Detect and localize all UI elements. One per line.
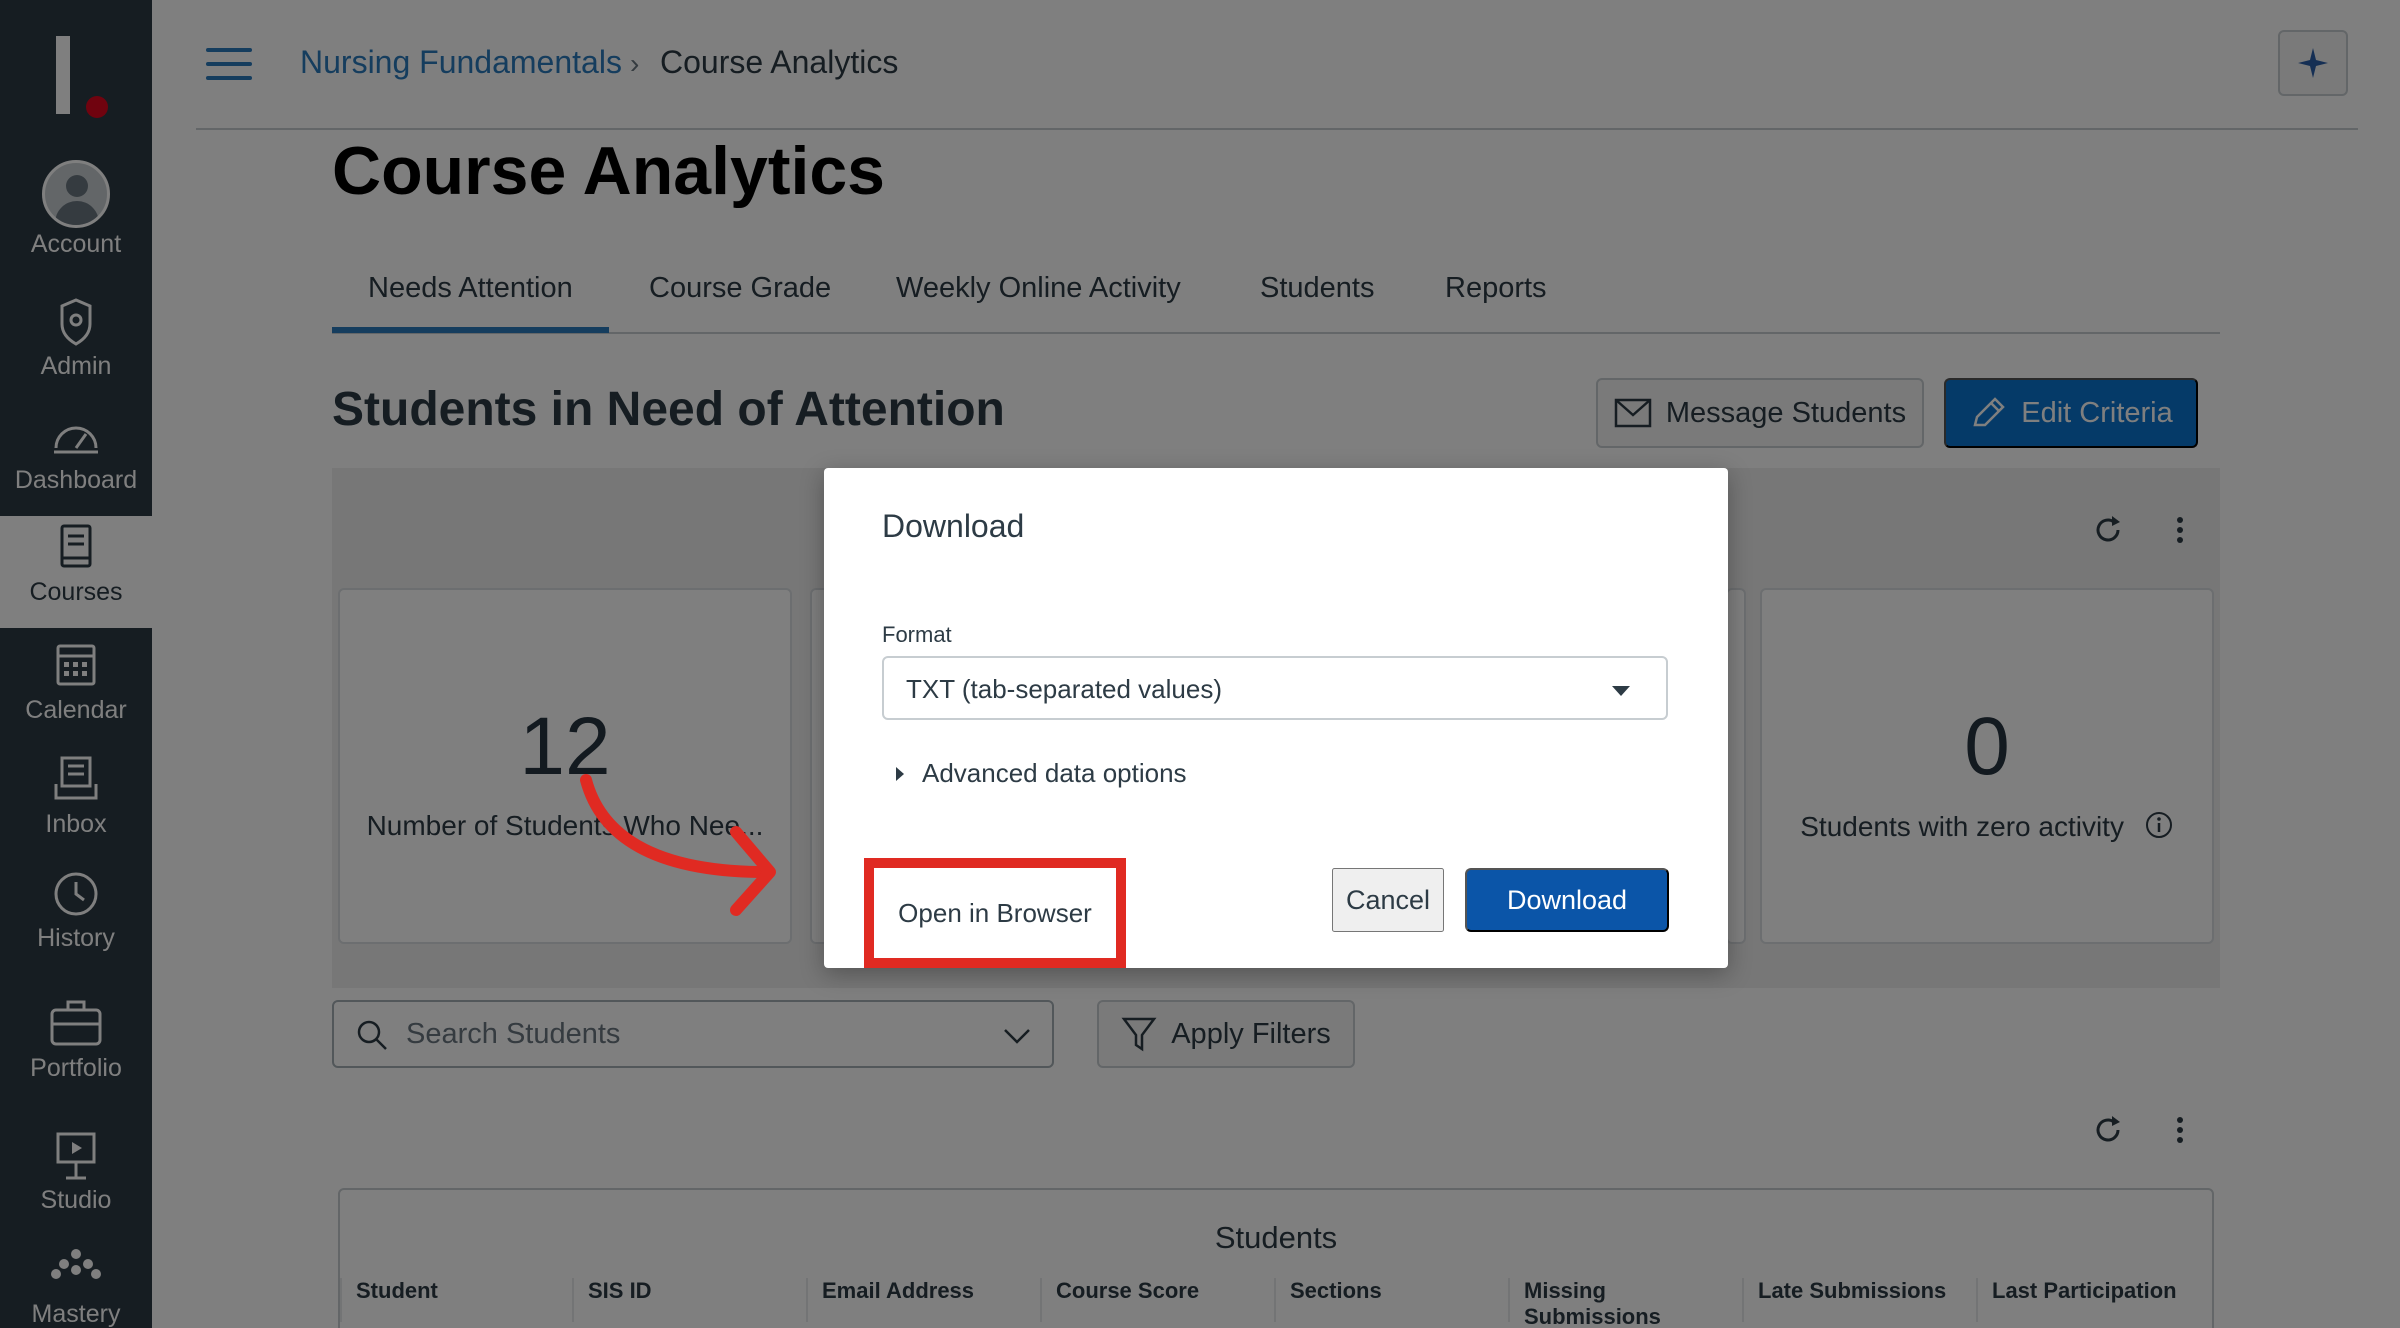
format-selected-value: TXT (tab-separated values) (906, 674, 1222, 704)
annotation-arrow-icon (580, 774, 776, 916)
advanced-data-options-toggle[interactable]: Advanced data options (896, 758, 1187, 789)
caret-down-icon (1612, 686, 1630, 696)
open-in-browser-button[interactable]: Open in Browser (864, 858, 1126, 968)
caret-right-icon (896, 766, 904, 781)
download-dialog: Download Format TXT (tab-separated value… (824, 468, 1728, 968)
dialog-title: Download (882, 508, 1025, 544)
advanced-data-options-label: Advanced data options (922, 758, 1187, 788)
format-select[interactable]: TXT (tab-separated values) (882, 656, 1668, 720)
download-button[interactable]: Download (1465, 868, 1669, 932)
cancel-button[interactable]: Cancel (1332, 868, 1444, 932)
format-label: Format (882, 622, 952, 647)
